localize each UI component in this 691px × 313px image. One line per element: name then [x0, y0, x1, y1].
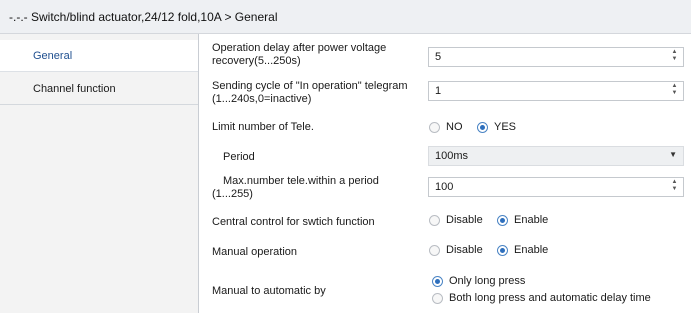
max-number-spinbox[interactable]: 100 ▲ ▼: [428, 177, 684, 197]
power-delay-label: Operation delay after power voltage reco…: [212, 42, 386, 68]
max-number-label: Max.number tele.within a period (1...255…: [212, 175, 379, 201]
sending-cycle-spinbox[interactable]: 1 ▲ ▼: [428, 81, 684, 101]
period-label: Period: [223, 151, 255, 163]
limit-tele-no-label: NO: [446, 121, 463, 133]
radio-button-icon: [497, 215, 508, 226]
manual-operation-label: Manual operation: [212, 246, 298, 258]
spinner-arrows-icon[interactable]: ▲ ▼: [671, 179, 678, 193]
sending-cycle-label-line2: (1...240s,0=inactive): [212, 93, 312, 105]
power-delay-value: 5: [435, 51, 442, 63]
window-title: -.-.- Switch/blind actuator,24/12 fold,1…: [9, 10, 278, 24]
limit-tele-yes-label: YES: [494, 121, 517, 133]
sidebar-item-label: Channel function: [33, 83, 116, 95]
sending-cycle-label-line1: Sending cycle of "In operation" telegram: [212, 80, 408, 92]
max-number-label-line2: (1...255): [212, 188, 253, 200]
max-number-label-line1: Max.number tele.within a period: [223, 175, 379, 187]
sending-cycle-label: Sending cycle of "In operation" telegram…: [212, 80, 408, 106]
radio-button-icon: [497, 245, 508, 256]
central-control-disable-label: Disable: [446, 214, 483, 226]
radio-button-icon: [429, 215, 440, 226]
radio-button-icon: [432, 276, 443, 287]
limit-tele-label: Limit number of Tele.: [212, 121, 314, 133]
title-bar: -.-.- Switch/blind actuator,24/12 fold,1…: [0, 0, 691, 34]
spinner-arrows-icon[interactable]: ▲ ▼: [671, 49, 678, 63]
spinner-arrows-icon[interactable]: ▲ ▼: [671, 83, 678, 97]
power-delay-label-line2: recovery(5...250s): [212, 55, 301, 67]
sidebar: General Channel function: [0, 34, 199, 313]
sidebar-item-channel-function[interactable]: Channel function: [0, 73, 198, 105]
radio-button-icon: [432, 293, 443, 304]
period-dropdown[interactable]: 100ms ▼: [428, 146, 684, 166]
radio-button-icon: [477, 122, 488, 133]
central-control-enable-label: Enable: [514, 214, 549, 226]
central-control-label: Central control for swtich function: [212, 216, 375, 228]
sidebar-item-label: General: [33, 50, 73, 62]
period-value: 100ms: [435, 150, 469, 162]
power-delay-label-line1: Operation delay after power voltage: [212, 42, 387, 54]
manual-to-auto-long-press-label: Only long press: [449, 275, 526, 287]
manual-operation-enable-label: Enable: [514, 244, 549, 256]
manual-to-auto-both-label: Both long press and automatic delay time: [449, 292, 651, 304]
chevron-down-icon: ▼: [669, 150, 677, 159]
sending-cycle-value: 1: [435, 85, 442, 97]
radio-button-icon: [429, 122, 440, 133]
radio-button-icon: [429, 245, 440, 256]
manual-to-auto-label: Manual to automatic by: [212, 285, 326, 297]
sidebar-item-general[interactable]: General: [0, 40, 198, 72]
max-number-value: 100: [435, 181, 454, 193]
power-delay-spinbox[interactable]: 5 ▲ ▼: [428, 47, 684, 67]
manual-operation-disable-label: Disable: [446, 244, 483, 256]
